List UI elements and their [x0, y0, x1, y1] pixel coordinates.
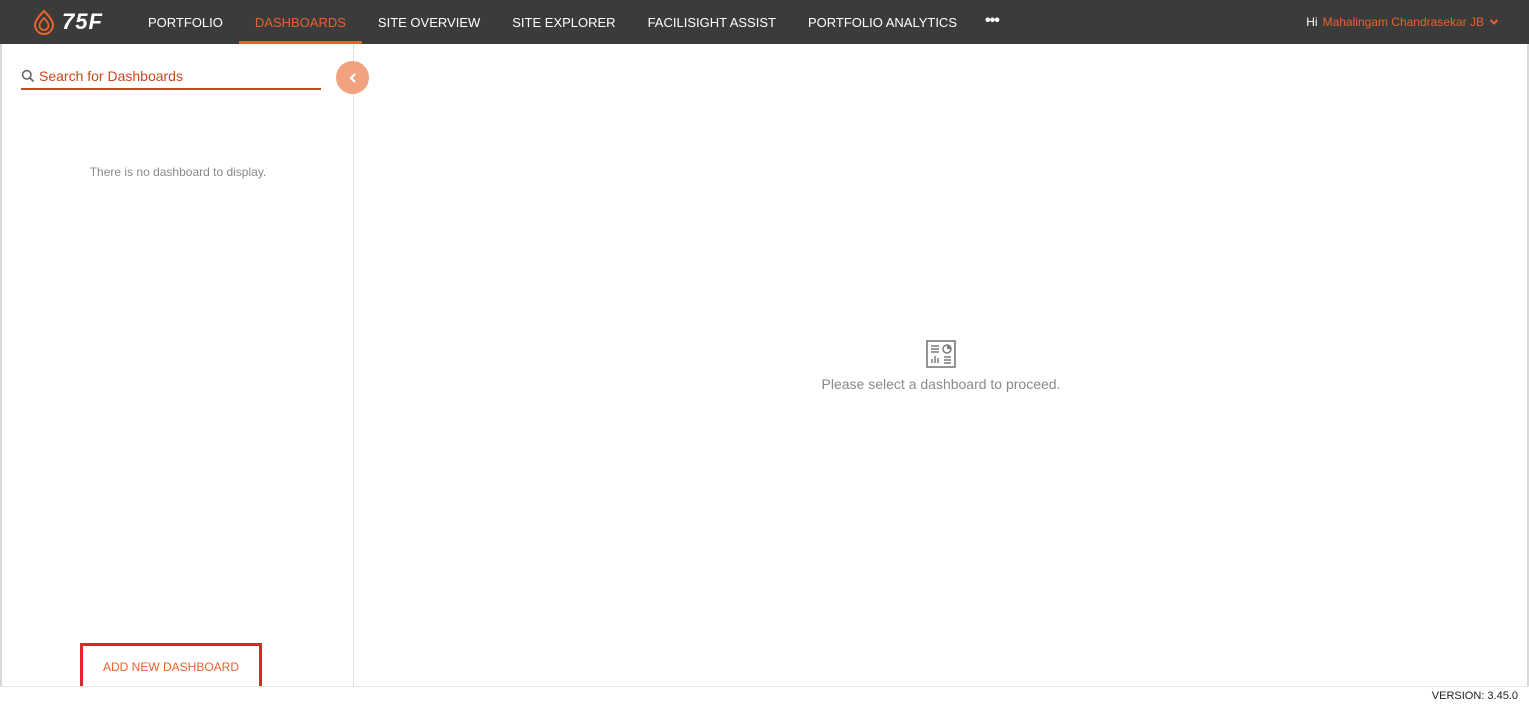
search-box: [21, 64, 321, 90]
top-nav-bar: 75F PORTFOLIO DASHBOARDS SITE OVERVIEW S…: [0, 0, 1529, 44]
add-new-dashboard-button[interactable]: ADD NEW DASHBOARD: [80, 643, 262, 690]
version-label: VERSION: 3.45.0: [1431, 690, 1518, 702]
more-dots-icon[interactable]: •••: [973, 0, 1011, 44]
user-menu[interactable]: Hi Mahalingam Chandrasekar JB: [1306, 0, 1499, 44]
nav-portfolio-analytics[interactable]: PORTFOLIO ANALYTICS: [792, 0, 973, 44]
user-greeting: Hi: [1306, 15, 1318, 29]
user-name[interactable]: Mahalingam Chandrasekar JB: [1323, 15, 1484, 29]
flame-logo-icon: [33, 9, 55, 35]
empty-dashboards-message: There is no dashboard to display.: [89, 165, 267, 179]
nav-portfolio[interactable]: PORTFOLIO: [132, 0, 239, 44]
main-empty-state: Please select a dashboard to proceed.: [355, 340, 1527, 392]
logo[interactable]: 75F: [32, 8, 103, 36]
nav-dashboards[interactable]: DASHBOARDS: [238, 0, 362, 44]
dashboard-icon: [926, 340, 956, 368]
select-dashboard-message: Please select a dashboard to proceed.: [821, 376, 1061, 392]
main-nav: PORTFOLIO DASHBOARDS SITE OVERVIEW SITE …: [132, 0, 1011, 44]
nav-site-explorer[interactable]: SITE EXPLORER: [496, 0, 631, 44]
search-icon: [21, 69, 35, 83]
collapse-sidebar-button[interactable]: [336, 61, 369, 94]
nav-site-overview[interactable]: SITE OVERVIEW: [362, 0, 496, 44]
chevron-down-icon[interactable]: [1489, 17, 1499, 27]
nav-facilisight-assist[interactable]: FACILISIGHT ASSIST: [632, 0, 792, 44]
chevron-left-icon: [348, 72, 356, 83]
search-input[interactable]: [39, 68, 309, 84]
footer: VERSION: 3.45.0: [0, 686, 1529, 706]
dashboard-sidebar: There is no dashboard to display. ADD NE…: [2, 44, 369, 690]
logo-text: 75F: [62, 9, 103, 34]
